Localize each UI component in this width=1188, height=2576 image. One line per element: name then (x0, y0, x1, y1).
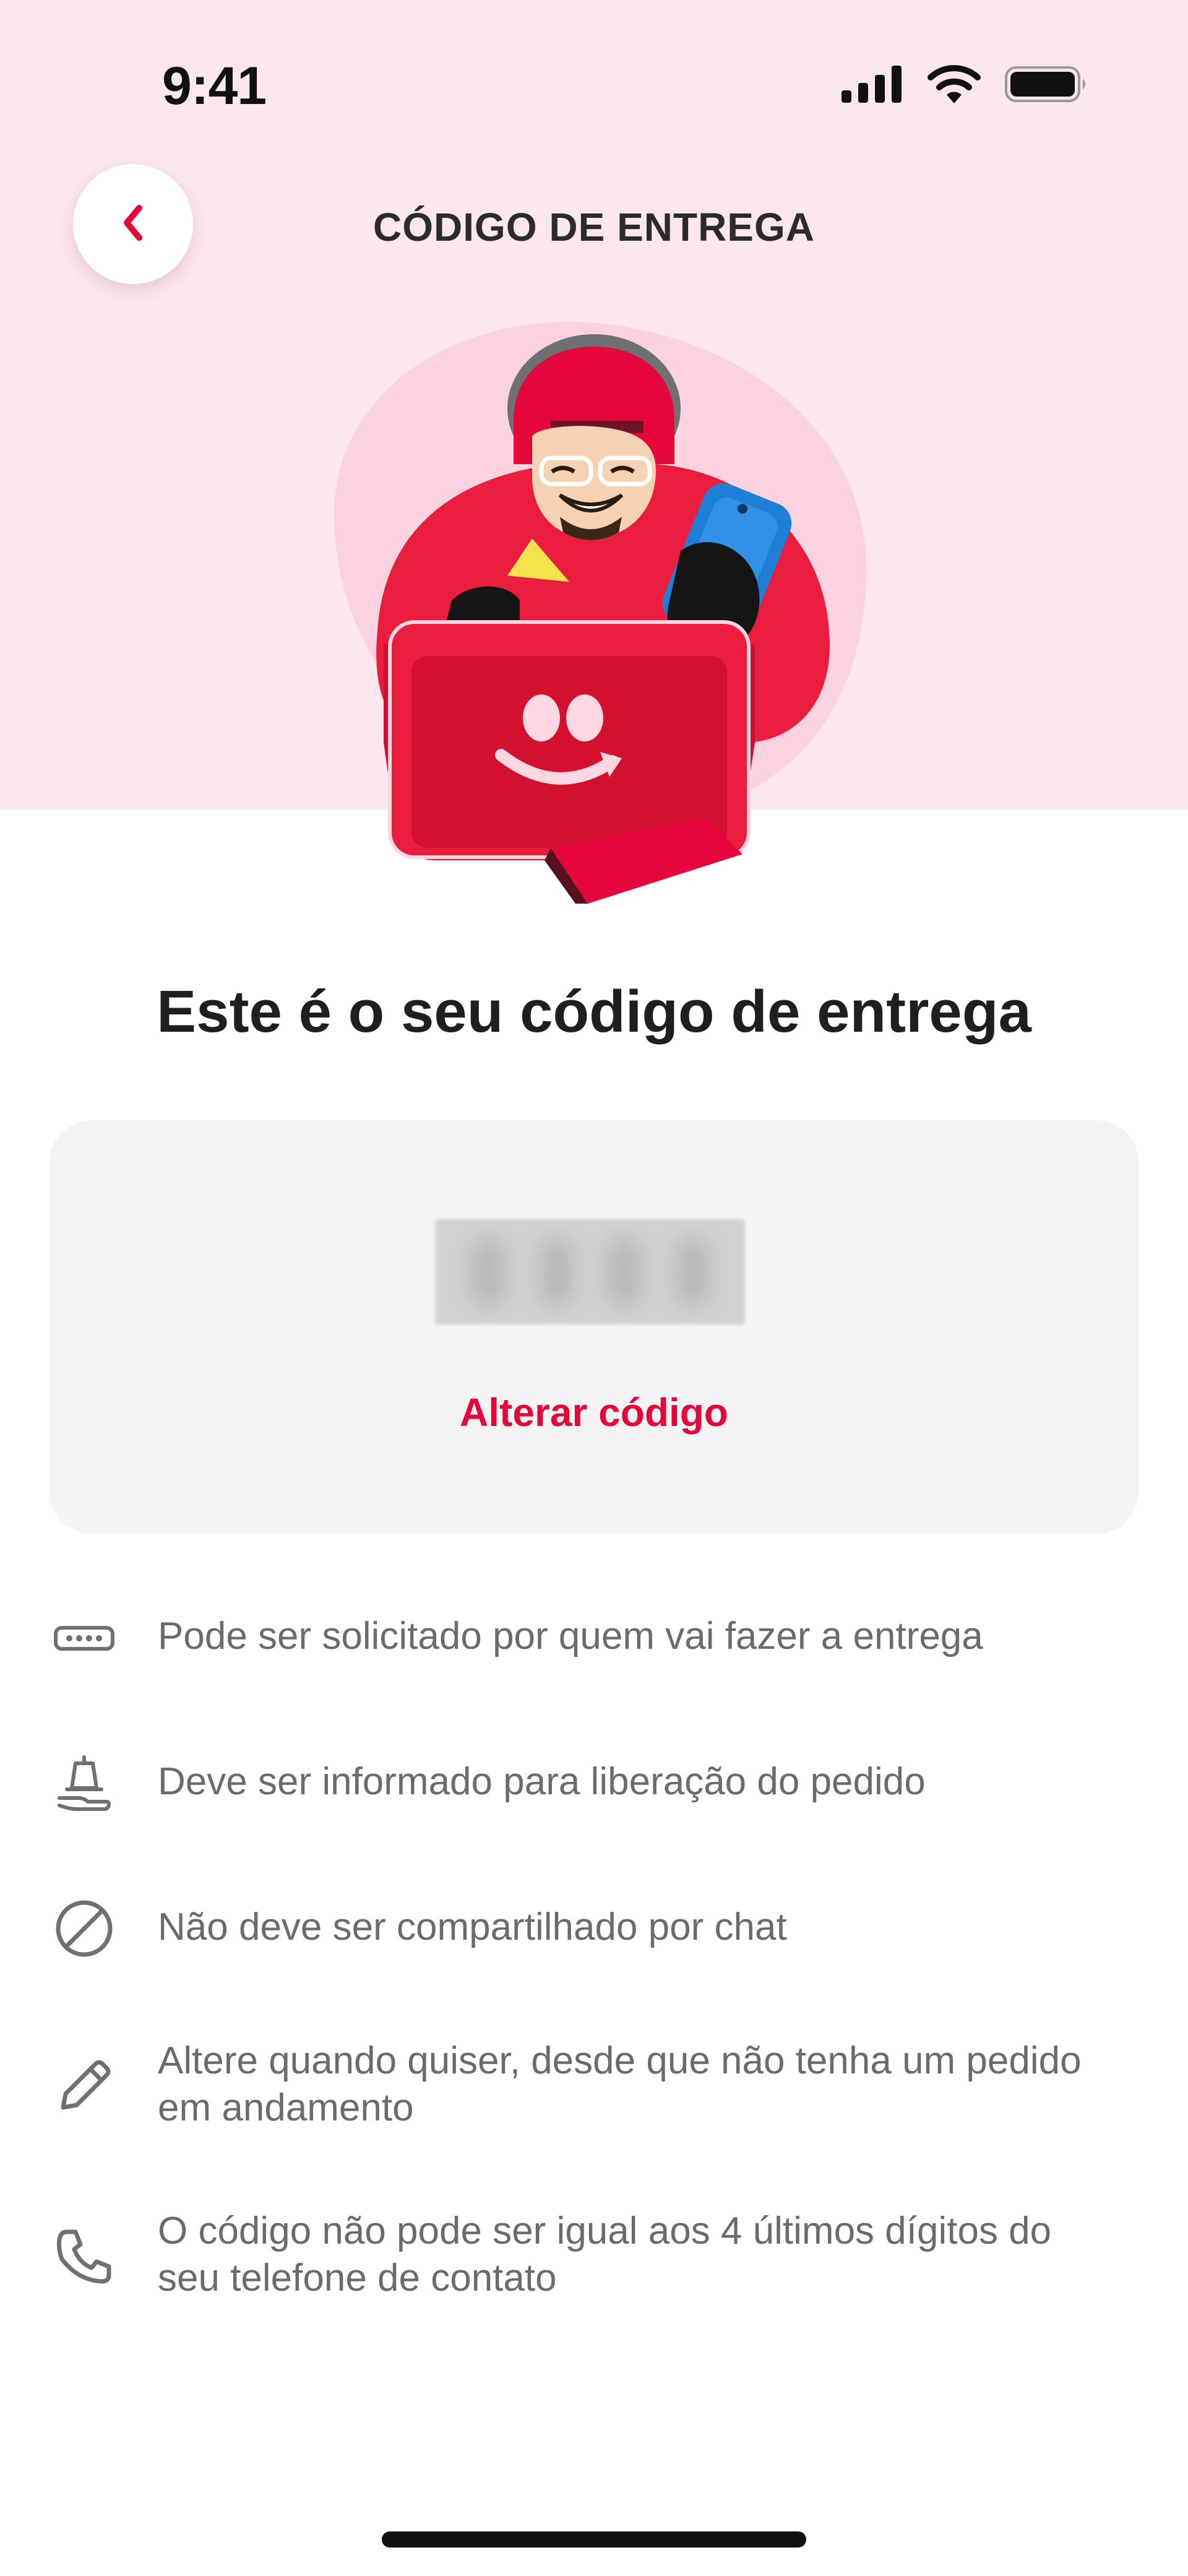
change-code-link[interactable]: Alterar código (50, 1390, 1138, 1435)
password-dots-icon (50, 1603, 119, 1672)
page-title: CÓDIGO DE ENTREGA (373, 205, 815, 249)
info-text: Deve ser informado para liberação do ped… (158, 1760, 926, 1803)
info-text: Pode ser solicitado por quem vai fazer a… (158, 1615, 983, 1658)
delivery-code-hidden (436, 1219, 745, 1325)
headline: Este é o seu código de entrega (157, 979, 1031, 1045)
info-text: Altere quando quiser, desde que não tenh… (158, 2039, 1082, 2129)
battery-icon (1005, 65, 1089, 106)
status-time: 9:41 (162, 56, 267, 116)
courier-with-phone-illustration (309, 309, 879, 916)
prohibited-icon (50, 1894, 119, 1963)
hand-bell-icon (50, 1748, 119, 1818)
phone-icon (50, 2222, 119, 2291)
pencil-icon (50, 2052, 119, 2121)
home-indicator[interactable] (382, 2531, 806, 2548)
info-text: O código não pode ser igual aos 4 último… (158, 2210, 1052, 2299)
cellular-signal-icon (842, 66, 903, 106)
info-text: Não deve ser compartilhado por chat (158, 1906, 787, 1948)
status-icons (842, 65, 1089, 106)
wifi-icon (927, 65, 981, 106)
delivery-code-card: Alterar código (50, 1120, 1138, 1534)
delivery-code-screen: 9:41 CÓDIGO DE ENTREGA Este é o seu códi… (0, 0, 1188, 2576)
